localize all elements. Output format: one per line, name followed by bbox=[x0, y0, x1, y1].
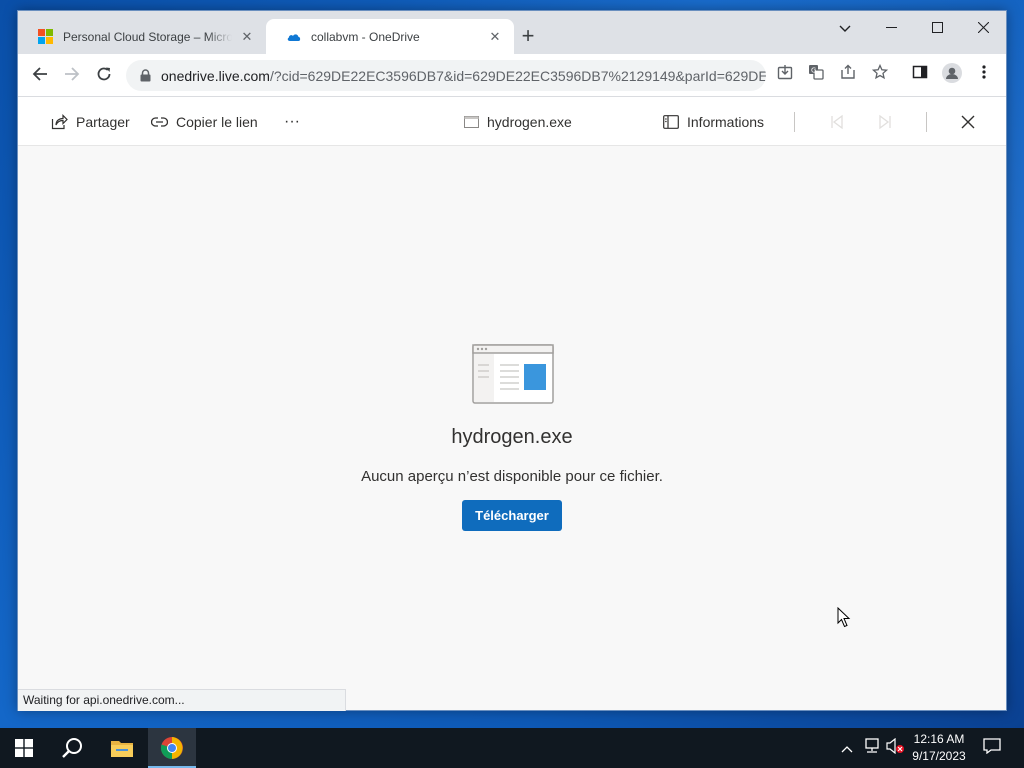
no-preview-message: Aucun aperçu n’est disponible pour ce fi… bbox=[361, 468, 663, 485]
onedrive-cloud-icon bbox=[287, 33, 301, 41]
install-app-icon[interactable] bbox=[772, 63, 798, 89]
show-hidden-icons-chevron-icon[interactable] bbox=[837, 738, 857, 758]
clock-date: 9/17/2023 bbox=[912, 749, 966, 763]
microsoft-logo-icon bbox=[38, 28, 54, 45]
tab-title: Personal Cloud Storage – Microsoft OneDr… bbox=[63, 29, 232, 44]
share-button[interactable]: Partager bbox=[51, 97, 130, 146]
copy-link-label: Copier le lien bbox=[176, 113, 258, 130]
search-icon bbox=[62, 738, 82, 758]
translate-icon[interactable]: G bbox=[803, 63, 829, 89]
status-bubble: Waiting for api.onedrive.com... bbox=[18, 689, 346, 711]
back-button[interactable] bbox=[26, 62, 54, 90]
more-actions-label: ··· bbox=[284, 112, 300, 130]
tab-strip: Personal Cloud Storage – Microsoft OneDr… bbox=[18, 11, 1006, 54]
share-icon[interactable] bbox=[835, 63, 861, 89]
system-clock[interactable]: 12:16 AM 9/17/2023 bbox=[904, 731, 974, 765]
tab-close-icon[interactable]: ✕ bbox=[486, 28, 504, 46]
minimize-button[interactable] bbox=[868, 15, 914, 43]
clock-time: 12:16 AM bbox=[913, 732, 965, 746]
info-pane-icon bbox=[663, 114, 679, 129]
reload-button[interactable] bbox=[90, 62, 118, 90]
url-host: onedrive.live.com bbox=[161, 67, 270, 84]
link-icon bbox=[151, 116, 168, 127]
close-window-button[interactable] bbox=[960, 15, 1006, 43]
forward-button[interactable] bbox=[58, 62, 86, 90]
search-button[interactable] bbox=[48, 728, 96, 768]
viewer-file-title: hydrogen.exe bbox=[464, 97, 572, 146]
folder-icon bbox=[111, 741, 133, 757]
viewer-file-name: hydrogen.exe bbox=[487, 113, 572, 130]
volume-muted-icon[interactable] bbox=[885, 737, 905, 758]
separator bbox=[794, 112, 795, 132]
url-path: /?cid=629DE22EC3596DB7&id=629DE22EC3596D… bbox=[269, 67, 766, 84]
address-bar[interactable]: onedrive.live.com/?cid=629DE22EC3596DB7&… bbox=[126, 60, 766, 91]
mouse-cursor-icon bbox=[837, 607, 851, 628]
profile-avatar-icon[interactable] bbox=[939, 63, 965, 89]
share-icon bbox=[51, 113, 68, 129]
network-icon[interactable] bbox=[862, 738, 882, 758]
browser-toolbar: onedrive.live.com/?cid=629DE22EC3596DB7&… bbox=[18, 54, 1006, 97]
generic-file-illustration-icon bbox=[472, 344, 554, 404]
next-file-button[interactable] bbox=[877, 97, 901, 146]
previous-file-button[interactable] bbox=[829, 97, 853, 146]
preview-area: hydrogen.exe Aucun aperçu n’est disponib… bbox=[18, 146, 1006, 710]
taskbar: 12:16 AM 9/17/2023 bbox=[0, 728, 1024, 768]
tab-collabvm-onedrive[interactable]: collabvm - OneDrive ✕ bbox=[266, 19, 514, 54]
chrome-taskbar-button[interactable] bbox=[148, 728, 196, 768]
separator bbox=[926, 112, 927, 132]
svg-text:G: G bbox=[811, 67, 816, 75]
information-label: Informations bbox=[687, 113, 765, 130]
bookmark-star-icon[interactable] bbox=[867, 63, 893, 89]
tab-title: collabvm - OneDrive bbox=[311, 29, 420, 44]
information-button[interactable]: Informations bbox=[663, 97, 764, 146]
share-label: Partager bbox=[76, 113, 130, 130]
lock-icon bbox=[140, 69, 151, 82]
side-panel-icon[interactable] bbox=[907, 63, 933, 89]
skip-next-icon bbox=[879, 114, 891, 129]
windows-logo-icon bbox=[15, 739, 33, 757]
tab-close-icon[interactable]: ✕ bbox=[238, 28, 256, 46]
file-app-icon bbox=[464, 115, 479, 128]
copy-link-button[interactable]: Copier le lien bbox=[151, 97, 258, 146]
more-menu-icon[interactable] bbox=[971, 63, 997, 89]
start-button[interactable] bbox=[0, 728, 48, 768]
close-viewer-button[interactable] bbox=[961, 97, 983, 146]
viewer-command-bar: Partager Copier le lien ··· hydrogen.exe… bbox=[18, 97, 1006, 146]
tab-search-chevron-icon[interactable] bbox=[822, 15, 868, 43]
tab-personal-cloud-storage[interactable]: Personal Cloud Storage – Microsoft OneDr… bbox=[18, 19, 266, 54]
download-button[interactable]: Télécharger bbox=[462, 500, 562, 531]
action-center-icon[interactable] bbox=[982, 738, 1002, 758]
skip-previous-icon bbox=[831, 114, 843, 129]
maximize-button[interactable] bbox=[914, 15, 960, 43]
chrome-logo-icon bbox=[160, 737, 183, 759]
more-actions-button[interactable]: ··· bbox=[284, 97, 300, 146]
new-tab-button[interactable]: + bbox=[516, 25, 540, 49]
close-icon bbox=[961, 115, 975, 128]
browser-window: Personal Cloud Storage – Microsoft OneDr… bbox=[17, 10, 1007, 711]
file-explorer-button[interactable] bbox=[98, 728, 146, 768]
file-name-heading: hydrogen.exe bbox=[451, 426, 573, 448]
